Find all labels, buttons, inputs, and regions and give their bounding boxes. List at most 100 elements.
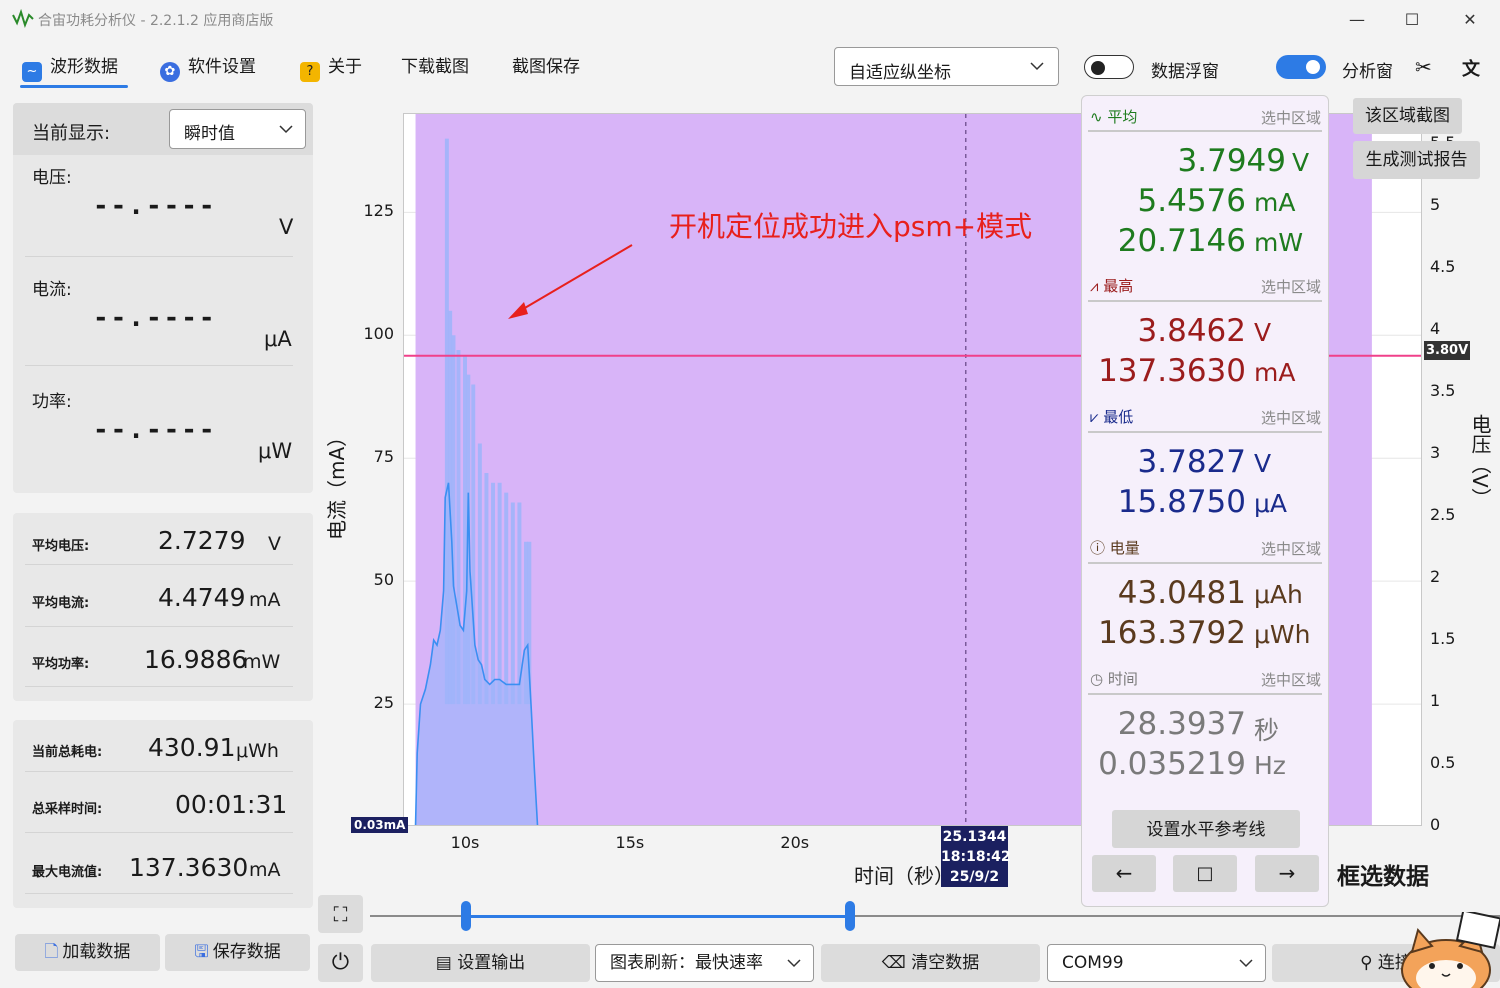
wave-icon: ∿ [1090, 108, 1108, 126]
power-icon[interactable]: ⏻ [318, 944, 363, 982]
divider [1088, 693, 1322, 695]
fullscreen-icon[interactable]: ⛶ [318, 895, 363, 933]
charge-value: 43.0481 [1117, 575, 1246, 611]
y2-tick-label: 4 [1430, 319, 1441, 338]
save-data-button[interactable]: 🖫 保存数据 [165, 934, 310, 971]
duration-value: 28.3937 [1117, 706, 1246, 742]
min-current-marker: 0.03mA [351, 817, 409, 833]
voltage-label: 电压: [32, 168, 72, 188]
power-label: 功率: [32, 392, 72, 412]
waveform-icon: ~ [22, 62, 42, 82]
bolt-icon: ⓘ [1090, 539, 1110, 557]
display-mode-select[interactable]: 瞬时值 [169, 109, 306, 149]
y-tick-label: 50 [373, 570, 394, 590]
min-voltage-unit: V [1254, 449, 1272, 478]
load-data-button[interactable]: 🗋 加载数据 [15, 934, 160, 971]
sample-time-value: 00:01:31 [175, 790, 288, 819]
current-label: 电流: [32, 280, 72, 300]
tab-waveform[interactable]: ~ 波形数据 [22, 52, 118, 82]
cursor-date: 25/9/2 [949, 869, 1000, 885]
avg-power-label: 平均功率: [32, 657, 90, 672]
y2-tick-label: 1 [1430, 691, 1441, 710]
title-bar: 合宙功耗分析仪 - 2.2.1.2 应用商店版 — ☐ ✕ [0, 0, 1500, 40]
arrow-left-icon[interactable]: ← [1092, 855, 1156, 892]
range-slider-start-handle[interactable] [461, 901, 471, 931]
scissors-icon[interactable]: ✂ [1415, 55, 1432, 79]
clear-data-button[interactable]: ⌫ 清空数据 [821, 944, 1040, 982]
question-icon: ? [300, 62, 320, 82]
range-slider-end-handle[interactable] [845, 901, 855, 931]
avg-current-unit: mA [1254, 188, 1296, 217]
instant-panel: 当前显示: 瞬时值 电压: --.---- V 电流: --.---- μA 功… [13, 103, 313, 493]
cat-mascot-icon [1401, 912, 1500, 988]
active-tab-indicator [20, 85, 128, 88]
x-tick-label: 15s [615, 833, 645, 852]
save-icon: 🖫 [194, 942, 209, 962]
square-icon[interactable]: □ [1173, 855, 1237, 892]
min-voltage: 3.7827 [1137, 444, 1246, 480]
close-icon[interactable]: ✕ [1450, 6, 1490, 34]
y2-tick-label: 2.5 [1430, 505, 1456, 524]
divider [25, 893, 293, 894]
avg-power-value: 16.9886 [144, 645, 248, 674]
voltage-marker: 3.80V [1424, 341, 1471, 360]
analysis-panel: ∿ 平均 选中区域 3.7949 V 5.4576 mA 20.7146 mW … [1081, 95, 1329, 907]
y2-tick-label: 5 [1430, 195, 1441, 214]
gear-icon: ✿ [160, 62, 180, 82]
divider [1088, 562, 1322, 564]
current-unit: μA [264, 327, 292, 351]
max-current: 137.3630 [1098, 353, 1246, 389]
y-tick-label: 100 [363, 324, 394, 344]
float-window-toggle[interactable] [1084, 55, 1134, 79]
y2-tick-label: 3.5 [1430, 381, 1456, 400]
max-current-unit: mA [249, 859, 281, 881]
tab-settings[interactable]: ✿ 软件设置 [160, 52, 256, 82]
region-screenshot-button[interactable]: 该区域截图 [1353, 98, 1462, 134]
avg-voltage-unit: V [1292, 148, 1310, 177]
min-region-label: 选中区域 [1260, 409, 1321, 427]
y2-tick-label: 0 [1430, 815, 1441, 834]
test-report-button[interactable]: 生成测试报告 [1353, 141, 1480, 179]
avg-current: 5.4576 [1137, 183, 1246, 219]
tab-save-screenshot[interactable]: 截图保存 [512, 52, 580, 82]
set-output-button[interactable]: ▤ 设置输出 [371, 944, 590, 982]
analysis-window-label: 分析窗 [1342, 62, 1393, 82]
minimize-icon[interactable]: — [1337, 6, 1377, 34]
energy-header: ⓘ 电量 [1090, 539, 1140, 557]
total-energy-value: 430.91 [148, 733, 236, 762]
tab-download-screenshot[interactable]: 下载截图 [401, 52, 469, 82]
box-select-label[interactable]: 框选数据 [1337, 857, 1429, 891]
tab-about[interactable]: ? 关于 [300, 52, 362, 82]
clock-icon: ◷ [1090, 670, 1108, 688]
power-unit: μW [258, 439, 293, 463]
refresh-rate-select[interactable]: 图表刷新：最快速率 [595, 944, 814, 982]
max-region-label: 选中区域 [1260, 278, 1321, 296]
power-value: --.---- [93, 415, 217, 445]
set-reference-line-button[interactable]: 设置水平参考线 [1112, 810, 1300, 848]
maximize-icon[interactable]: ☐ [1392, 6, 1432, 34]
y-axis-title: 电流（mA） [321, 427, 350, 540]
yaxis-mode-select[interactable]: 自适应纵坐标 [834, 47, 1059, 86]
max-current-unit: mA [1254, 358, 1296, 387]
avg-voltage-value: 2.7279 [158, 526, 246, 555]
display-label: 当前显示: [32, 123, 111, 144]
load-file-icon: 🗋 [44, 942, 59, 962]
annotation-text: 开机定位成功进入psm+模式 [669, 210, 1033, 243]
y2-tick-label: 3 [1430, 443, 1441, 462]
port-select[interactable]: COM99 [1047, 944, 1266, 982]
peak-icon: ⩘ [1090, 277, 1104, 295]
avg-power-unit: mW [1254, 228, 1304, 257]
voltage-unit: V [279, 215, 294, 239]
translate-icon[interactable]: 文 [1462, 55, 1480, 81]
divider [25, 832, 293, 833]
analysis-window-toggle[interactable] [1276, 55, 1326, 79]
current-value: --.---- [93, 303, 217, 333]
avg-power-unit: mW [243, 651, 281, 673]
time-header: ◷ 时间 [1090, 670, 1138, 688]
y2-tick-label: 2 [1430, 567, 1441, 586]
cursor-clock: 18:18:42 [941, 849, 1011, 865]
avg-voltage: 3.7949 [1177, 143, 1286, 179]
arrow-right-icon[interactable]: → [1255, 855, 1319, 892]
x-tick-label: 10s [450, 833, 480, 852]
float-window-label: 数据浮窗 [1151, 62, 1219, 82]
